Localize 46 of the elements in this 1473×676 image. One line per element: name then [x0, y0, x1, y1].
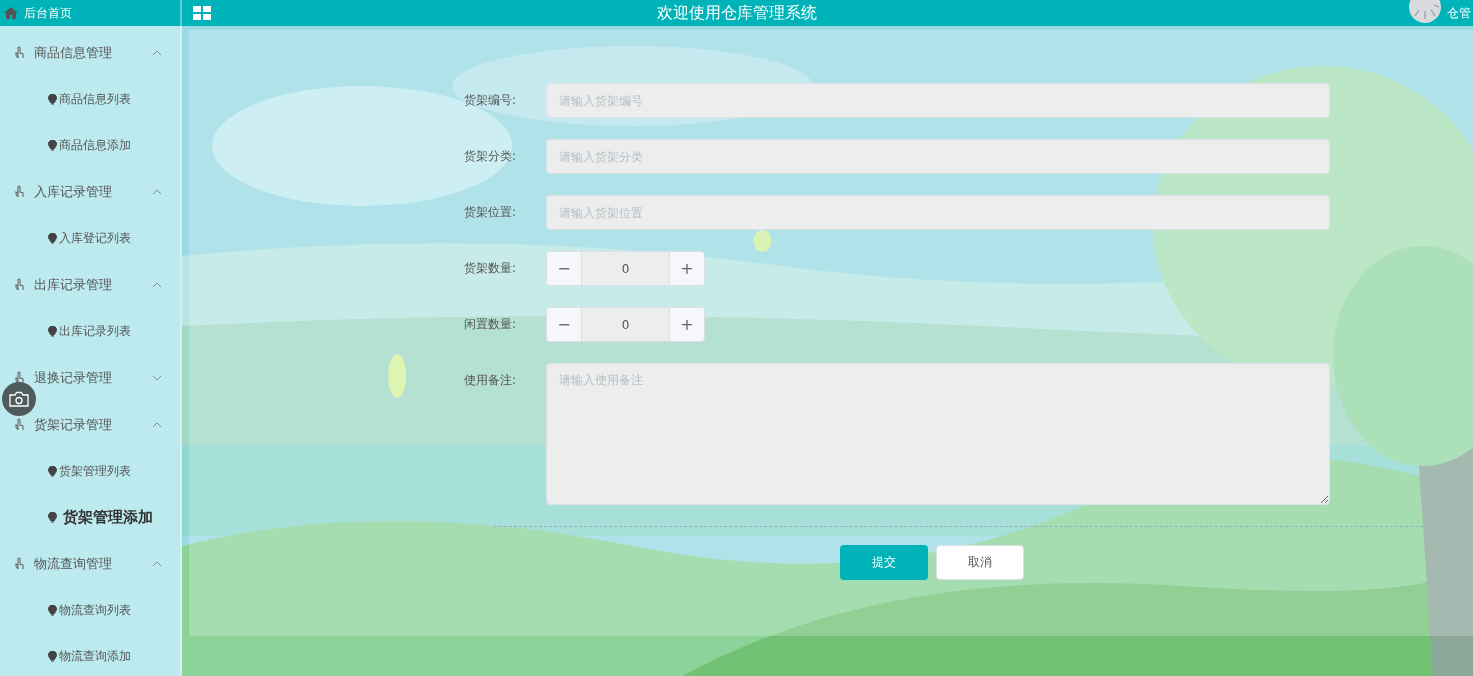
menu-item[interactable]: 入库登记列表	[0, 215, 180, 261]
field-label: 货架分类:	[463, 148, 518, 165]
menu-item[interactable]: 物流查询添加	[0, 633, 180, 676]
hand-pointer-icon	[14, 371, 26, 384]
menu-item[interactable]: 货架管理添加	[0, 494, 180, 540]
menu-item[interactable]: 物流查询列表	[0, 587, 180, 633]
hand-pointer-icon	[14, 185, 26, 198]
bulb-icon	[48, 511, 57, 523]
increment-button[interactable]: +	[669, 252, 704, 285]
decrement-button[interactable]: −	[547, 308, 582, 341]
menu-item[interactable]: 商品信息列表	[0, 76, 180, 122]
number-stepper[interactable]: − 0 +	[546, 307, 705, 342]
camera-icon	[9, 391, 29, 407]
bulb-icon	[48, 650, 57, 662]
field-label: 货架编号:	[463, 92, 518, 109]
menu-item[interactable]: 出库记录列表	[0, 308, 180, 354]
menu-group[interactable]: 商品信息管理	[0, 29, 180, 76]
bulb-icon	[48, 232, 57, 244]
bulb-icon	[48, 93, 57, 105]
menu-group[interactable]: 出库记录管理	[0, 261, 180, 308]
bulb-icon	[48, 465, 57, 477]
bulb-icon	[48, 604, 57, 616]
cancel-button[interactable]: 取消	[935, 545, 1024, 580]
number-stepper[interactable]: − 0 +	[546, 251, 705, 286]
hand-pointer-icon	[14, 46, 26, 59]
menu-group[interactable]: 货架记录管理	[0, 401, 180, 448]
bulb-icon	[48, 325, 57, 337]
grid-menu-icon[interactable]	[193, 6, 211, 20]
field-label: 货架位置:	[463, 204, 518, 221]
hand-pointer-icon	[14, 418, 26, 431]
hand-pointer-icon	[14, 557, 26, 570]
decrement-button[interactable]: −	[547, 252, 582, 285]
field-label: 闲置数量:	[463, 316, 518, 333]
home-icon	[4, 7, 18, 19]
page-title: 欢迎使用仓库管理系统	[656, 3, 817, 22]
menu-item[interactable]: 货架管理列表	[0, 448, 180, 494]
bulb-icon	[48, 139, 57, 151]
hand-pointer-icon	[14, 278, 26, 291]
increment-button[interactable]: +	[669, 308, 704, 341]
field-label: 货架数量:	[463, 260, 518, 277]
menu-group[interactable]: 物流查询管理	[0, 540, 180, 587]
field-label: 使用备注:	[463, 372, 518, 389]
avatar-icon[interactable]	[1409, 0, 1441, 23]
menu-group[interactable]: 入库记录管理	[0, 168, 180, 215]
menu-group[interactable]: 退换记录管理	[0, 354, 180, 401]
menu-item[interactable]: 商品信息添加	[0, 122, 180, 168]
